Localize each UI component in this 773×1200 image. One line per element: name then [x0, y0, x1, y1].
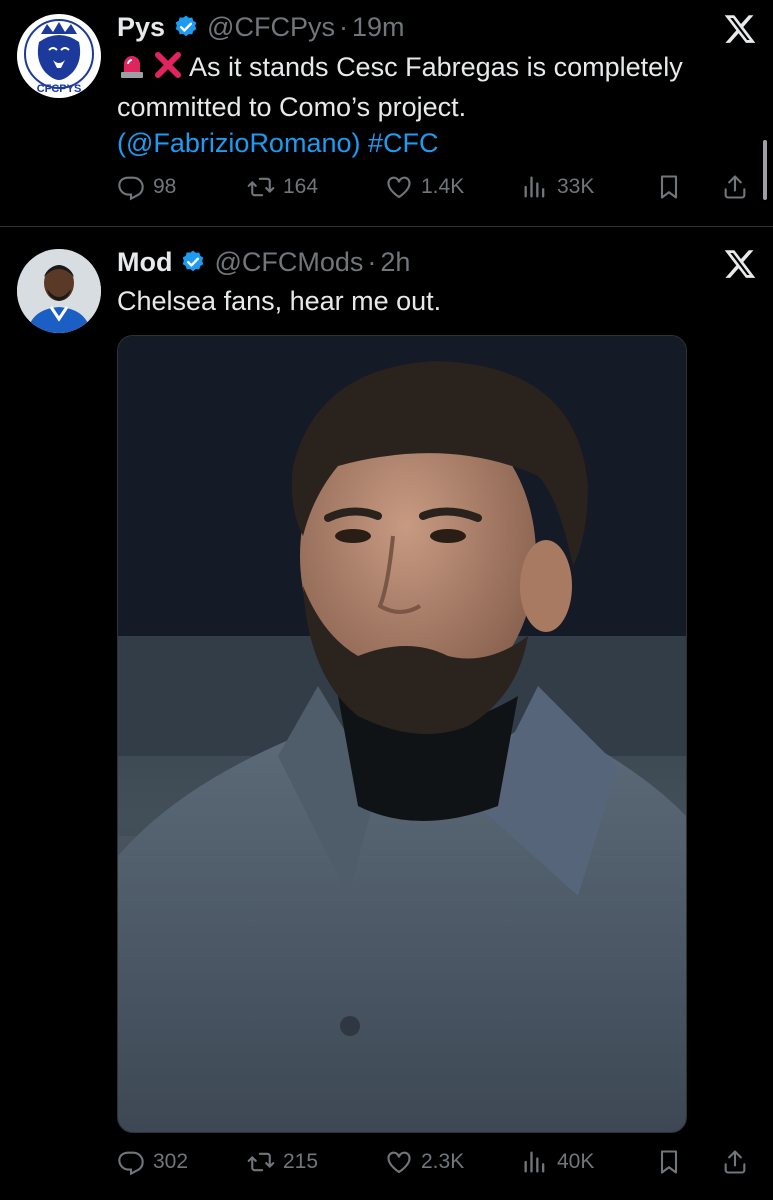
mention-link[interactable]: @FabrizioRomano	[126, 128, 352, 158]
lion-logo-icon: CFCPYS	[19, 16, 99, 96]
tweet-text-line1: Chelsea fans, hear me out.	[117, 286, 442, 316]
reply-count: 302	[153, 1150, 189, 1173]
share-button[interactable]	[721, 1148, 757, 1176]
verified-badge-icon	[175, 15, 197, 37]
views-count: 40K	[557, 1150, 595, 1173]
retweet-count: 164	[283, 175, 319, 198]
user-handle[interactable]: @CFCMods	[214, 247, 363, 278]
share-icon	[724, 175, 746, 199]
separator-dot: ·	[338, 11, 348, 42]
timestamp[interactable]: 19m	[352, 12, 405, 43]
reply-icon	[118, 1151, 144, 1176]
separator-dot: ·	[367, 246, 377, 277]
tweet-actions: 98 164 1.4K 33K	[117, 170, 757, 204]
tweet-actions: 302 215 2.3K 40K	[117, 1145, 757, 1179]
tweet-text: As it stands Cesc Fabregas is completely…	[117, 49, 757, 161]
profile-photo-icon	[17, 249, 101, 333]
x-logo-icon[interactable]	[723, 12, 757, 46]
retweet-icon	[247, 177, 275, 197]
like-button[interactable]: 2.3K	[385, 1148, 464, 1176]
reply-button[interactable]: 98	[117, 173, 176, 201]
bookmark-icon	[660, 1150, 678, 1174]
user-handle[interactable]: @CFCPys	[207, 12, 335, 43]
bookmark-button[interactable]	[655, 173, 691, 201]
x-logo-icon[interactable]	[723, 247, 757, 281]
paren-open: (	[117, 128, 126, 158]
portrait-photo-icon	[118, 336, 686, 1132]
scrollbar[interactable]	[763, 140, 767, 200]
tweet-text-line2: committed to Como’s project.	[117, 92, 467, 122]
tweet-header: Mod @CFCMods · 2h	[117, 244, 410, 280]
reply-button[interactable]: 302	[117, 1148, 188, 1176]
heart-icon	[387, 1151, 411, 1174]
views-count: 33K	[557, 175, 595, 198]
siren-emoji-icon	[117, 50, 147, 89]
views-button[interactable]: 33K	[521, 173, 594, 201]
verified-badge-icon	[183, 250, 204, 272]
hashtag-link[interactable]: #CFC	[368, 128, 439, 158]
views-chart-icon	[524, 1151, 545, 1173]
display-name[interactable]: Mod	[117, 247, 172, 278]
retweet-count: 215	[283, 1150, 319, 1173]
like-button[interactable]: 1.4K	[385, 173, 464, 201]
reply-count: 98	[153, 175, 177, 198]
retweet-button[interactable]: 164	[247, 173, 318, 201]
avatar-cfcmods[interactable]	[17, 249, 101, 333]
bookmark-button[interactable]	[655, 1148, 691, 1176]
paren-close: )	[351, 128, 361, 158]
views-chart-icon	[524, 176, 545, 198]
tweet-media-photo[interactable]	[117, 335, 687, 1133]
like-count: 1.4K	[421, 175, 465, 198]
share-button[interactable]	[721, 173, 757, 201]
display-name[interactable]: Pys	[117, 12, 165, 43]
tweet-text-line1: As it stands Cesc Fabregas is completely	[189, 52, 683, 82]
svg-text:CFCPYS: CFCPYS	[37, 83, 82, 95]
like-count: 2.3K	[421, 1150, 465, 1173]
retweet-icon	[247, 1152, 275, 1172]
tweet-text: Chelsea fans, hear me out.	[117, 283, 757, 319]
heart-icon	[387, 176, 411, 199]
share-icon	[724, 1150, 746, 1174]
reply-icon	[118, 176, 144, 201]
bookmark-icon	[660, 175, 678, 199]
tweet-1[interactable]: CFCPYS Pys @CFCPys · 19m As it stands Ce…	[0, 0, 773, 227]
cross-mark-emoji-icon	[153, 50, 183, 89]
avatar-cfcpys[interactable]: CFCPYS	[17, 14, 101, 98]
views-button[interactable]: 40K	[521, 1148, 594, 1176]
tweet-header: Pys @CFCPys · 19m	[117, 9, 405, 45]
tweet-2[interactable]: Mod @CFCMods · 2h Chelsea fans, hear me …	[0, 227, 773, 1200]
retweet-button[interactable]: 215	[247, 1148, 318, 1176]
timestamp[interactable]: 2h	[380, 247, 410, 278]
